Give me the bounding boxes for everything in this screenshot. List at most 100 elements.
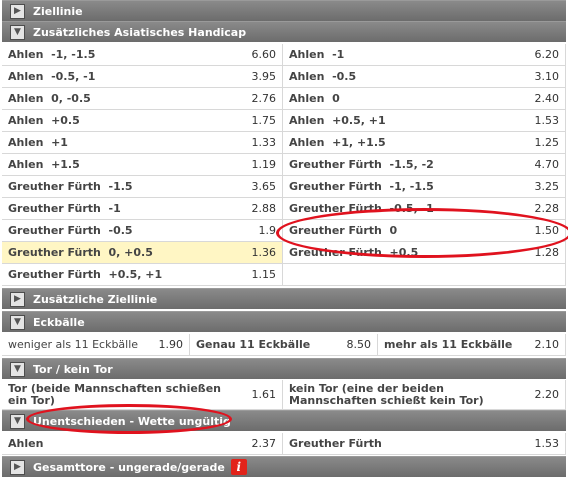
handicap-bet-cell[interactable]: Greuther Fürth -1, -1.5 3.25 xyxy=(283,176,566,198)
handicap-bet-cell[interactable]: Ahlen +1 1.33 xyxy=(2,132,283,154)
bet-odds: 2.88 xyxy=(251,202,277,215)
bet-label: Greuther Fürth -1.5, -2 xyxy=(289,158,434,171)
section-title: Ziellinie xyxy=(33,4,83,18)
bet-cell-under-11-corners[interactable]: weniger als 11 Eckbälle 1.90 xyxy=(2,334,190,356)
bet-odds: 1.75 xyxy=(251,114,277,127)
bet-cell-draw-no-bet-ahlen[interactable]: Ahlen 2.37 xyxy=(2,433,283,455)
collapse-arrow-icon[interactable]: ▼ xyxy=(10,314,25,330)
handicap-bet-cell[interactable]: Ahlen +0.5, +1 1.53 xyxy=(283,110,566,132)
bet-odds: 3.95 xyxy=(251,70,277,83)
bet-label: Tor (beide Mannschaften schießen ein Tor… xyxy=(8,381,222,407)
bet-label: Greuther Fürth -1.5 xyxy=(8,180,133,193)
handicap-bet-cell[interactable]: Greuther Fürth +0.5, +1 1.15 xyxy=(2,264,283,286)
bet-label: Genau 11 Eckbälle xyxy=(196,338,311,351)
bet-odds: 1.9 xyxy=(258,224,277,237)
bet-cell-exactly-11-corners[interactable]: Genau 11 Eckbälle 8.50 xyxy=(190,334,378,356)
section-title: Eckbälle xyxy=(33,315,85,329)
bet-odds: 1.19 xyxy=(251,158,277,171)
bet-odds: 1.50 xyxy=(534,224,560,237)
bet-label: Greuther Fürth 0 xyxy=(289,224,398,237)
handicap-bet-cell[interactable]: Greuther Fürth -1 2.88 xyxy=(2,198,283,220)
bet-label: Ahlen 0 xyxy=(289,92,340,105)
handicap-bet-cell[interactable]: Greuther Fürth -1.5, -2 4.70 xyxy=(283,154,566,176)
handicap-bet-cell[interactable]: Greuther Fürth -0.5 1.9 xyxy=(2,220,283,242)
bet-odds: 2.40 xyxy=(534,92,560,105)
bet-odds: 2.76 xyxy=(251,92,277,105)
section-zusaetzliche-ziellinie[interactable]: ▶ Zusätzliche Ziellinie xyxy=(2,288,566,309)
bet-odds: 2.20 xyxy=(534,388,560,401)
bet-odds: 1.53 xyxy=(534,114,560,127)
bet-odds: 6.20 xyxy=(534,48,560,61)
collapse-arrow-icon[interactable]: ▼ xyxy=(10,361,25,377)
handicap-bet-cell[interactable]: Ahlen -1 6.20 xyxy=(283,44,566,66)
bet-cell-over-11-corners[interactable]: mehr als 11 Eckbälle 2.10 xyxy=(378,334,566,356)
empty-cell xyxy=(283,264,566,286)
expand-arrow-icon[interactable]: ▶ xyxy=(10,291,25,307)
bet-label: mehr als 11 Eckbälle xyxy=(384,338,513,351)
bet-label: weniger als 11 Eckbälle xyxy=(8,338,139,351)
collapse-arrow-icon[interactable]: ▼ xyxy=(10,413,25,429)
bet-odds: 1.28 xyxy=(534,246,560,259)
bet-odds: 3.10 xyxy=(534,70,560,83)
bet-label: Ahlen +1.5 xyxy=(8,158,80,171)
bet-label: Greuther Fürth -0.5 xyxy=(8,224,133,237)
bet-label: Greuther Fürth -1, -1.5 xyxy=(289,180,434,193)
bet-label: Greuther Fürth -0.5, -1 xyxy=(289,202,434,215)
bet-label: Ahlen +0.5 xyxy=(8,114,80,127)
expand-arrow-icon[interactable]: ▶ xyxy=(10,459,25,475)
bet-odds: 2.37 xyxy=(251,437,277,450)
section-tor-kein-tor[interactable]: ▼ Tor / kein Tor xyxy=(2,358,566,379)
handicap-bet-cell[interactable]: Greuther Fürth +0.5 1.28 xyxy=(283,242,566,264)
section-unentschieden[interactable]: ▼ Unentschieden - Wette ungültig xyxy=(2,410,566,431)
section-title: Tor / kein Tor xyxy=(33,362,113,376)
handicap-bet-cell[interactable]: Ahlen +1, +1.5 1.25 xyxy=(283,132,566,154)
expand-arrow-icon[interactable]: ▶ xyxy=(10,3,25,19)
handicap-bet-cell[interactable]: Greuther Fürth -0.5, -1 2.28 xyxy=(283,198,566,220)
bet-odds: 1.15 xyxy=(251,268,277,281)
handicap-bet-cell[interactable]: Ahlen 0 2.40 xyxy=(283,88,566,110)
bet-odds: 1.90 xyxy=(158,338,184,351)
bet-label: kein Tor (eine der beiden Mannschaften s… xyxy=(289,381,484,407)
section-title: Zusätzliches Asiatisches Handicap xyxy=(33,25,247,39)
handicap-bet-cell[interactable]: Ahlen -0.5, -1 3.95 xyxy=(2,66,283,88)
bet-odds: 3.25 xyxy=(534,180,560,193)
handicap-bet-cell[interactable]: Ahlen -1, -1.5 6.60 xyxy=(2,44,283,66)
section-eckbaelle[interactable]: ▼ Eckbälle xyxy=(2,311,566,332)
handicap-bet-cell[interactable]: Ahlen +1.5 1.19 xyxy=(2,154,283,176)
bet-odds: 4.70 xyxy=(534,158,560,171)
bet-odds: 1.25 xyxy=(534,136,560,149)
handicap-bet-cell[interactable]: Greuther Fürth -1.5 3.65 xyxy=(2,176,283,198)
bet-odds: 1.33 xyxy=(251,136,277,149)
handicap-bet-cell[interactable]: Ahlen 0, -0.5 2.76 xyxy=(2,88,283,110)
bet-odds: 2.10 xyxy=(534,338,560,351)
bet-odds: 1.36 xyxy=(251,246,277,259)
bet-label: Greuther Fürth -1 xyxy=(8,202,121,215)
bet-odds: 6.60 xyxy=(251,48,277,61)
bet-label: Greuther Fürth +0.5 xyxy=(289,246,419,259)
bet-label: Greuther Fürth xyxy=(289,437,382,450)
handicap-bet-cell[interactable]: Ahlen +0.5 1.75 xyxy=(2,110,283,132)
handicap-bet-cell[interactable]: Greuther Fürth 0, +0.5 1.36 xyxy=(2,242,283,264)
bet-label: Ahlen +0.5, +1 xyxy=(289,114,386,127)
section-title: Gesamttore - ungerade/gerade xyxy=(33,460,225,474)
bet-odds: 1.53 xyxy=(534,437,560,450)
info-icon[interactable]: i xyxy=(230,459,247,475)
handicap-bet-cell[interactable]: Greuther Fürth 0 1.50 xyxy=(283,220,566,242)
bet-odds: 1.61 xyxy=(251,388,277,401)
section-ziellinie[interactable]: ▶ Ziellinie xyxy=(2,0,566,21)
section-title: Unentschieden - Wette ungültig xyxy=(33,414,231,428)
bet-label: Greuther Fürth +0.5, +1 xyxy=(8,268,163,281)
bet-label: Ahlen +1 xyxy=(8,136,68,149)
bet-label: Ahlen -1 xyxy=(289,48,345,61)
bet-label: Ahlen xyxy=(8,437,44,450)
collapse-arrow-icon[interactable]: ▼ xyxy=(10,24,25,40)
section-gesamttore[interactable]: ▶ Gesamttore - ungerade/gerade i xyxy=(2,456,566,477)
bet-label: Ahlen +1, +1.5 xyxy=(289,136,386,149)
handicap-bet-cell[interactable]: Ahlen -0.5 3.10 xyxy=(283,66,566,88)
section-asian-handicap[interactable]: ▼ Zusätzliches Asiatisches Handicap xyxy=(2,21,566,42)
bet-odds: 8.50 xyxy=(346,338,372,351)
bet-label: Ahlen 0, -0.5 xyxy=(8,92,91,105)
bet-cell-tor[interactable]: Tor (beide Mannschaften schießen ein Tor… xyxy=(2,380,283,410)
bet-cell-draw-no-bet-fuerth[interactable]: Greuther Fürth 1.53 xyxy=(283,433,566,455)
bet-cell-kein-tor[interactable]: kein Tor (eine der beiden Mannschaften s… xyxy=(283,380,566,410)
